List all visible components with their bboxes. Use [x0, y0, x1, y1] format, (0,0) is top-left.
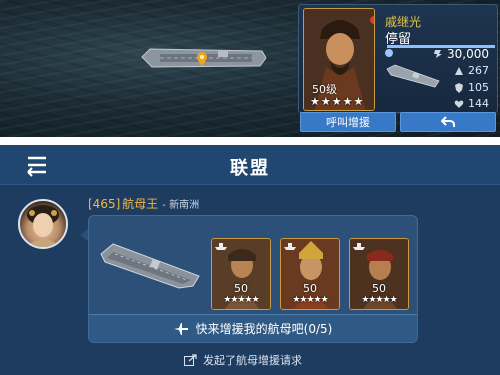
star-icon: ★	[331, 95, 342, 108]
location-marker-icon	[197, 52, 207, 66]
power-icon	[434, 50, 442, 58]
stat-attack-value: 267	[468, 64, 489, 77]
hero-card[interactable]: 50 ★★★★★	[280, 238, 340, 310]
sender-avatar[interactable]	[18, 199, 68, 249]
call-reinforce-button[interactable]: 呼叫增援	[300, 112, 396, 132]
star-icon: ★	[320, 95, 331, 108]
alliance-chat-panel: 联盟 [465] 航母王 - 新南洲 50 ★★★★★ 50 ★★★★★ 50 …	[0, 145, 500, 375]
stat-defense: 105	[454, 81, 489, 94]
stat-power: 30,000	[433, 47, 489, 61]
stat-power-value: 30,000	[447, 47, 489, 61]
section-divider	[0, 137, 500, 145]
return-arrow-icon	[441, 116, 455, 127]
plane-icon	[173, 322, 188, 335]
stat-defense-value: 105	[468, 81, 489, 94]
star-icon: ★	[353, 95, 364, 108]
ship-type-icon	[215, 243, 227, 250]
sender-name[interactable]: 航母王	[122, 195, 158, 212]
stat-health: 144	[454, 97, 489, 110]
reinforce-request-bubble[interactable]: 50 ★★★★★ 50 ★★★★★ 50 ★★★★★ 快来增援我的航母吧(0/5…	[88, 215, 418, 343]
hero-card[interactable]: 50 ★★★★★	[211, 238, 271, 310]
card-level: 50	[234, 282, 248, 295]
hero-info-card: 50级 ★ ★ ★ ★ ★ 戚继光 停留 30,000 267 105 144	[298, 4, 498, 113]
request-text: 快来增援我的航母吧(0/5)	[195, 322, 333, 336]
back-button[interactable]	[400, 112, 496, 132]
card-level: 50	[372, 282, 386, 295]
ship-type-icon	[353, 243, 365, 250]
attack-icon	[455, 66, 463, 75]
notification-dot	[370, 16, 374, 24]
game-map-view[interactable]: 50级 ★ ★ ★ ★ ★ 戚继光 停留 30,000 267 105 144 …	[0, 0, 500, 137]
stat-attack: 267	[454, 64, 489, 77]
system-notice: 发起了航母增援请求	[184, 352, 302, 368]
panel-header: 联盟	[0, 145, 500, 185]
star-icon: ★	[310, 95, 320, 108]
page-title: 联盟	[230, 158, 270, 179]
ship-type-icon	[284, 243, 296, 250]
card-stars: ★★★★★	[223, 295, 259, 305]
bubble-tail	[80, 229, 88, 241]
stat-health-value: 144	[468, 97, 489, 110]
hp-indicator-icon	[385, 49, 393, 57]
sender-line: [465] 航母王 - 新南洲	[88, 195, 199, 212]
star-icon: ★	[342, 95, 353, 108]
hero-stars: ★ ★ ★ ★ ★	[310, 96, 363, 107]
carrier-thumbnail	[386, 64, 440, 88]
card-stars: ★★★★★	[361, 295, 397, 305]
hero-portrait[interactable]: 50级 ★ ★ ★ ★ ★	[303, 8, 375, 111]
card-stars: ★★★★★	[292, 295, 328, 305]
reinforce-request-footer[interactable]: 快来增援我的航母吧(0/5)	[89, 314, 417, 342]
health-icon	[454, 100, 464, 108]
sender-alliance-id: [465]	[88, 197, 121, 211]
defense-icon	[455, 82, 463, 93]
avatar-portrait	[26, 205, 60, 247]
sender-region: - 新南洲	[162, 200, 200, 211]
hero-card[interactable]: 50 ★★★★★	[349, 238, 409, 310]
share-icon	[184, 354, 197, 366]
system-text: 发起了航母增援请求	[203, 354, 302, 367]
card-level: 50	[303, 282, 317, 295]
carrier-image	[100, 243, 200, 289]
